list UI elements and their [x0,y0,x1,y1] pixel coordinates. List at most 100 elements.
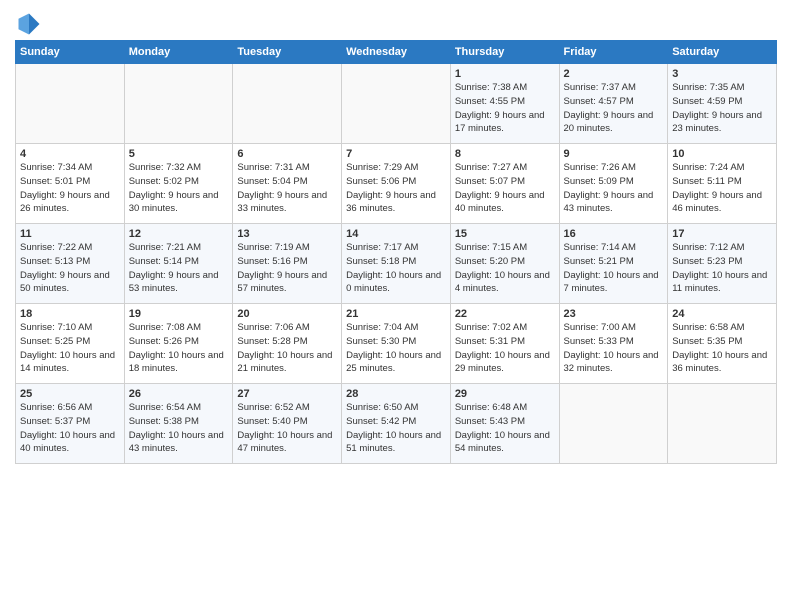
day-info: Sunrise: 7:35 AMSunset: 4:59 PMDaylight:… [672,81,772,136]
col-header-wednesday: Wednesday [342,41,451,64]
day-number: 4 [20,148,120,160]
day-info: Sunrise: 7:22 AMSunset: 5:13 PMDaylight:… [20,241,120,296]
day-number: 12 [129,228,229,240]
day-number: 7 [346,148,446,160]
week-row-5: 25Sunrise: 6:56 AMSunset: 5:37 PMDayligh… [16,384,777,464]
day-info: Sunrise: 7:17 AMSunset: 5:18 PMDaylight:… [346,241,446,296]
day-cell: 7Sunrise: 7:29 AMSunset: 5:06 PMDaylight… [342,144,451,224]
day-number: 15 [455,228,555,240]
day-info: Sunrise: 7:37 AMSunset: 4:57 PMDaylight:… [564,81,664,136]
col-header-tuesday: Tuesday [233,41,342,64]
day-number: 24 [672,308,772,320]
day-cell: 16Sunrise: 7:14 AMSunset: 5:21 PMDayligh… [559,224,668,304]
day-info: Sunrise: 7:12 AMSunset: 5:23 PMDaylight:… [672,241,772,296]
day-info: Sunrise: 7:31 AMSunset: 5:04 PMDaylight:… [237,161,337,216]
col-header-thursday: Thursday [450,41,559,64]
day-info: Sunrise: 7:08 AMSunset: 5:26 PMDaylight:… [129,321,229,376]
day-number: 9 [564,148,664,160]
col-header-saturday: Saturday [668,41,777,64]
day-cell: 22Sunrise: 7:02 AMSunset: 5:31 PMDayligh… [450,304,559,384]
day-cell: 19Sunrise: 7:08 AMSunset: 5:26 PMDayligh… [124,304,233,384]
day-info: Sunrise: 7:15 AMSunset: 5:20 PMDaylight:… [455,241,555,296]
day-number: 16 [564,228,664,240]
day-info: Sunrise: 7:10 AMSunset: 5:25 PMDaylight:… [20,321,120,376]
day-cell: 25Sunrise: 6:56 AMSunset: 5:37 PMDayligh… [16,384,125,464]
day-cell: 29Sunrise: 6:48 AMSunset: 5:43 PMDayligh… [450,384,559,464]
col-header-friday: Friday [559,41,668,64]
day-cell: 12Sunrise: 7:21 AMSunset: 5:14 PMDayligh… [124,224,233,304]
day-info: Sunrise: 7:19 AMSunset: 5:16 PMDaylight:… [237,241,337,296]
day-info: Sunrise: 7:27 AMSunset: 5:07 PMDaylight:… [455,161,555,216]
header [15,10,777,38]
day-info: Sunrise: 7:29 AMSunset: 5:06 PMDaylight:… [346,161,446,216]
day-number: 8 [455,148,555,160]
day-cell: 2Sunrise: 7:37 AMSunset: 4:57 PMDaylight… [559,64,668,144]
day-cell [668,384,777,464]
day-cell: 20Sunrise: 7:06 AMSunset: 5:28 PMDayligh… [233,304,342,384]
day-number: 11 [20,228,120,240]
day-cell: 4Sunrise: 7:34 AMSunset: 5:01 PMDaylight… [16,144,125,224]
day-number: 21 [346,308,446,320]
day-number: 26 [129,388,229,400]
day-cell: 27Sunrise: 6:52 AMSunset: 5:40 PMDayligh… [233,384,342,464]
logo [15,10,47,38]
day-cell: 26Sunrise: 6:54 AMSunset: 5:38 PMDayligh… [124,384,233,464]
day-cell: 11Sunrise: 7:22 AMSunset: 5:13 PMDayligh… [16,224,125,304]
day-info: Sunrise: 6:52 AMSunset: 5:40 PMDaylight:… [237,401,337,456]
calendar-table: SundayMondayTuesdayWednesdayThursdayFrid… [15,40,777,464]
day-cell: 24Sunrise: 6:58 AMSunset: 5:35 PMDayligh… [668,304,777,384]
day-info: Sunrise: 7:38 AMSunset: 4:55 PMDaylight:… [455,81,555,136]
day-info: Sunrise: 7:04 AMSunset: 5:30 PMDaylight:… [346,321,446,376]
day-cell: 1Sunrise: 7:38 AMSunset: 4:55 PMDaylight… [450,64,559,144]
day-number: 25 [20,388,120,400]
header-row: SundayMondayTuesdayWednesdayThursdayFrid… [16,41,777,64]
day-number: 5 [129,148,229,160]
day-cell: 9Sunrise: 7:26 AMSunset: 5:09 PMDaylight… [559,144,668,224]
week-row-4: 18Sunrise: 7:10 AMSunset: 5:25 PMDayligh… [16,304,777,384]
col-header-sunday: Sunday [16,41,125,64]
day-cell: 18Sunrise: 7:10 AMSunset: 5:25 PMDayligh… [16,304,125,384]
day-number: 1 [455,68,555,80]
day-cell [16,64,125,144]
day-cell: 6Sunrise: 7:31 AMSunset: 5:04 PMDaylight… [233,144,342,224]
day-cell: 10Sunrise: 7:24 AMSunset: 5:11 PMDayligh… [668,144,777,224]
day-cell: 8Sunrise: 7:27 AMSunset: 5:07 PMDaylight… [450,144,559,224]
day-cell: 5Sunrise: 7:32 AMSunset: 5:02 PMDaylight… [124,144,233,224]
day-info: Sunrise: 7:26 AMSunset: 5:09 PMDaylight:… [564,161,664,216]
week-row-2: 4Sunrise: 7:34 AMSunset: 5:01 PMDaylight… [16,144,777,224]
logo-icon [15,10,43,38]
day-info: Sunrise: 7:21 AMSunset: 5:14 PMDaylight:… [129,241,229,296]
day-number: 18 [20,308,120,320]
day-number: 20 [237,308,337,320]
day-cell: 21Sunrise: 7:04 AMSunset: 5:30 PMDayligh… [342,304,451,384]
day-number: 13 [237,228,337,240]
day-info: Sunrise: 7:14 AMSunset: 5:21 PMDaylight:… [564,241,664,296]
day-cell: 17Sunrise: 7:12 AMSunset: 5:23 PMDayligh… [668,224,777,304]
day-cell: 13Sunrise: 7:19 AMSunset: 5:16 PMDayligh… [233,224,342,304]
day-info: Sunrise: 6:48 AMSunset: 5:43 PMDaylight:… [455,401,555,456]
main-container: SundayMondayTuesdayWednesdayThursdayFrid… [0,0,792,469]
day-cell: 3Sunrise: 7:35 AMSunset: 4:59 PMDaylight… [668,64,777,144]
day-info: Sunrise: 7:24 AMSunset: 5:11 PMDaylight:… [672,161,772,216]
day-cell: 28Sunrise: 6:50 AMSunset: 5:42 PMDayligh… [342,384,451,464]
day-cell [124,64,233,144]
day-cell [233,64,342,144]
day-info: Sunrise: 7:02 AMSunset: 5:31 PMDaylight:… [455,321,555,376]
day-info: Sunrise: 6:54 AMSunset: 5:38 PMDaylight:… [129,401,229,456]
week-row-1: 1Sunrise: 7:38 AMSunset: 4:55 PMDaylight… [16,64,777,144]
col-header-monday: Monday [124,41,233,64]
week-row-3: 11Sunrise: 7:22 AMSunset: 5:13 PMDayligh… [16,224,777,304]
day-number: 27 [237,388,337,400]
day-cell [559,384,668,464]
day-number: 2 [564,68,664,80]
day-number: 19 [129,308,229,320]
day-info: Sunrise: 6:50 AMSunset: 5:42 PMDaylight:… [346,401,446,456]
day-cell [342,64,451,144]
day-number: 23 [564,308,664,320]
day-number: 3 [672,68,772,80]
day-number: 6 [237,148,337,160]
day-number: 10 [672,148,772,160]
day-cell: 23Sunrise: 7:00 AMSunset: 5:33 PMDayligh… [559,304,668,384]
day-info: Sunrise: 7:34 AMSunset: 5:01 PMDaylight:… [20,161,120,216]
day-cell: 15Sunrise: 7:15 AMSunset: 5:20 PMDayligh… [450,224,559,304]
